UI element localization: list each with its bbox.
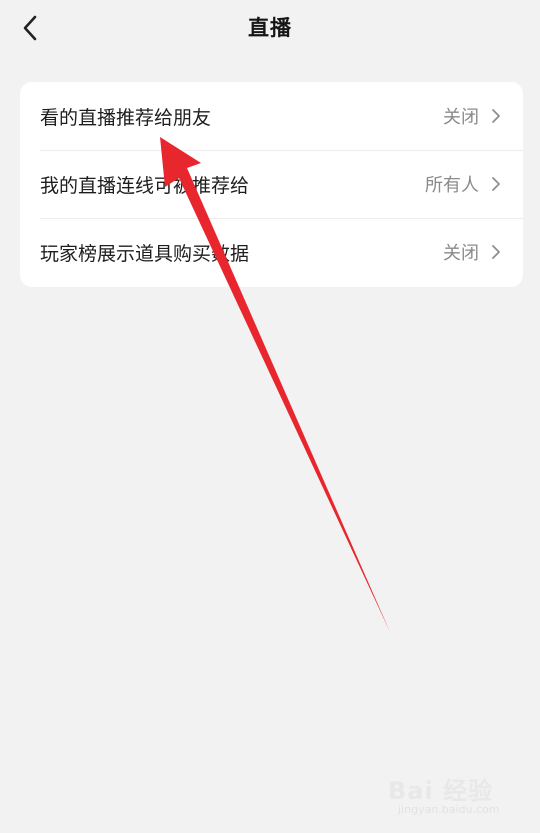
- chevron-right-icon: [491, 176, 501, 192]
- setting-label: 看的直播推荐给朋友: [40, 106, 212, 129]
- page-title: 直播: [248, 16, 292, 40]
- chevron-right-icon: [491, 244, 501, 260]
- setting-row-live-connection-recommend[interactable]: 我的直播连线可被推荐给 所有人: [20, 150, 523, 218]
- watermark-url: jingyan.baidu.com: [398, 803, 500, 816]
- watermark-logo: Bai 经验: [388, 777, 494, 805]
- setting-label: 我的直播连线可被推荐给: [40, 174, 250, 197]
- setting-value: 所有人: [425, 175, 479, 196]
- setting-value: 关闭: [443, 107, 479, 128]
- top-bar: 直播: [0, 0, 540, 56]
- chevron-right-icon: [491, 108, 501, 124]
- setting-row-recommend-watched-live[interactable]: 看的直播推荐给朋友 关闭: [20, 82, 523, 150]
- baidu-jingyan-watermark: Bai 经验 jingyan.baidu.com: [378, 761, 518, 821]
- setting-value: 关闭: [443, 243, 479, 264]
- setting-row-leaderboard-purchase-data[interactable]: 玩家榜展示道具购买数据 关闭: [20, 218, 523, 286]
- live-settings-card: 看的直播推荐给朋友 关闭 我的直播连线可被推荐给 所有人 玩家榜展示道具购买数据…: [20, 82, 523, 287]
- setting-label: 玩家榜展示道具购买数据: [40, 242, 250, 265]
